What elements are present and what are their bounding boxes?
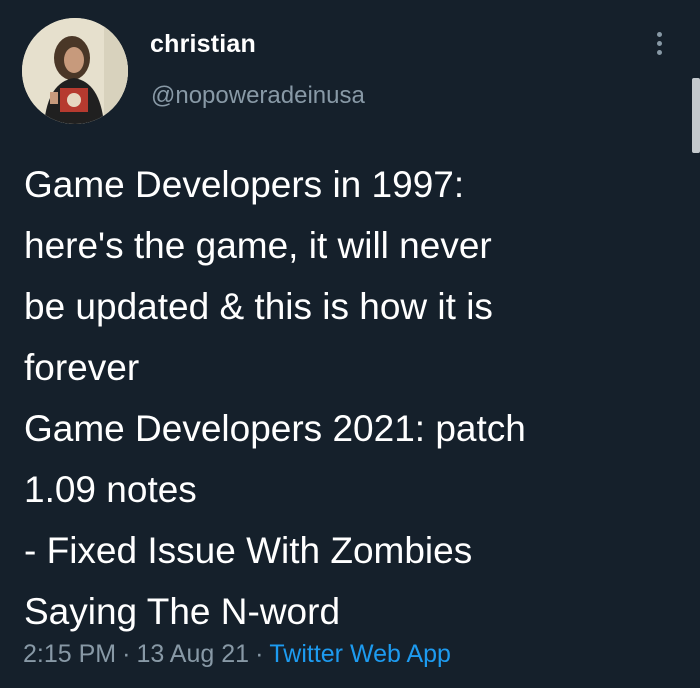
avatar-image bbox=[22, 18, 128, 124]
tweet-text-line: Saying The N-word bbox=[24, 591, 341, 632]
tweet-text: Game Developers in 1997: here's the game… bbox=[24, 154, 674, 642]
tweet-text-line: forever bbox=[24, 347, 140, 388]
tweet-meta: 2:15 PM · 13 Aug 21 · Twitter Web App bbox=[23, 640, 451, 669]
tweet-text-line: here's the game, it will never bbox=[24, 225, 492, 266]
display-name[interactable]: christian bbox=[150, 30, 256, 59]
tweet-text-line: 1.09 notes bbox=[24, 469, 197, 510]
tweet-text-line: Game Developers 2021: patch bbox=[24, 408, 526, 449]
tweet-text-line: Game Developers in 1997: bbox=[24, 164, 465, 205]
tweet-text-line: be updated & this is how it is bbox=[24, 286, 493, 327]
tweet-source-link[interactable]: Twitter Web App bbox=[269, 640, 451, 668]
tweet-date[interactable]: 13 Aug 21 bbox=[136, 640, 249, 668]
meta-separator: · bbox=[122, 640, 131, 668]
user-handle[interactable]: @nopoweradeinusa bbox=[151, 82, 365, 110]
tweet-text-line: - Fixed Issue With Zombies bbox=[24, 530, 473, 571]
meta-separator: · bbox=[255, 640, 264, 668]
scrollbar[interactable] bbox=[692, 78, 700, 153]
avatar[interactable] bbox=[22, 18, 128, 124]
tweet-time[interactable]: 2:15 PM bbox=[23, 640, 116, 668]
more-options-icon[interactable] bbox=[650, 32, 668, 62]
